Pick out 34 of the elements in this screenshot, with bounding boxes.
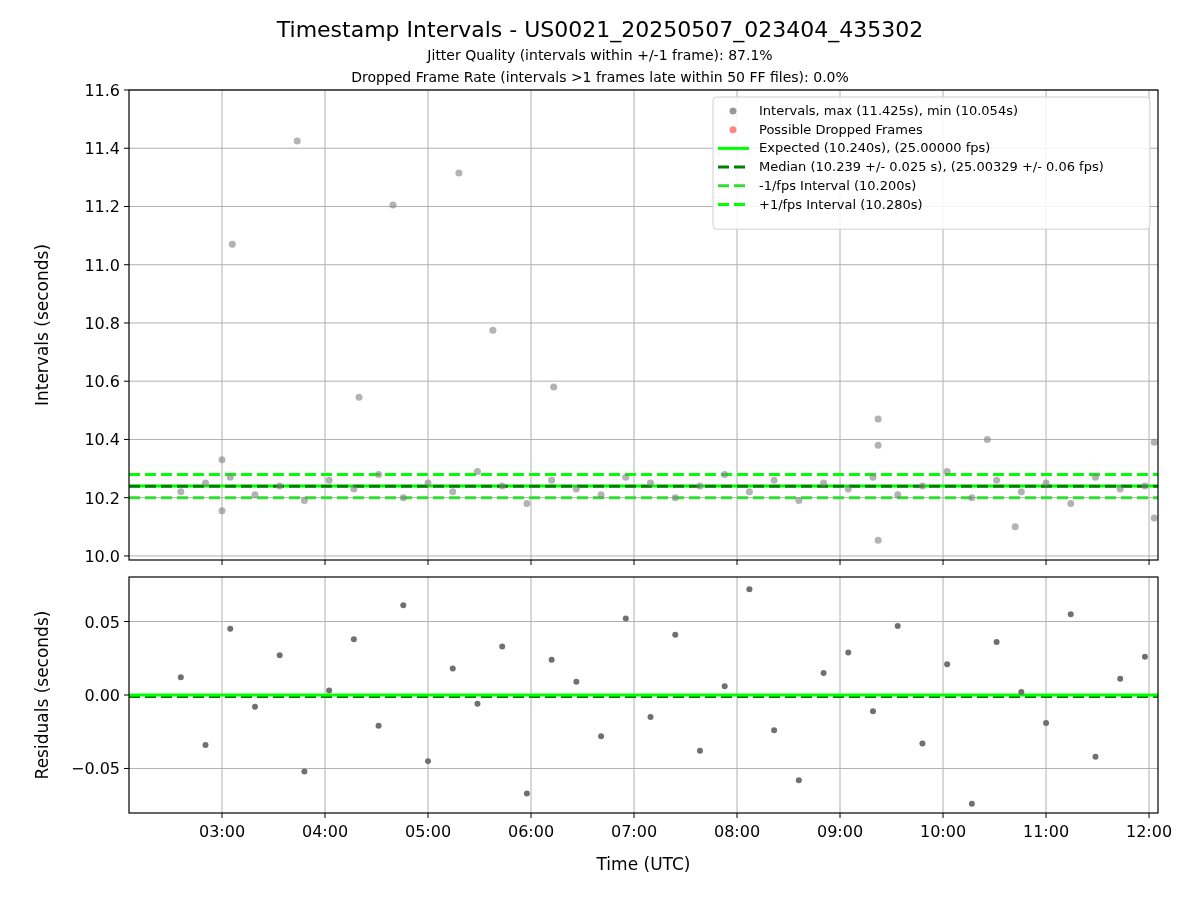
x-tick-label: 03:00 [198,822,246,841]
axis-label: Time (UTC) [596,854,691,874]
x-tick-label: 12:00 [1126,822,1173,841]
y-tick-label: 10.2 [84,488,120,508]
legend-label: Expected (10.240s), (25.00000 fps) [759,140,991,156]
y-tick-label: 11.6 [84,81,120,100]
x-tick-label: 09:00 [817,822,864,841]
y-tick-label: 11.0 [84,255,120,275]
legend-label: +1/fps Interval (10.280s) [759,196,923,212]
chart-subtitle: Dropped Frame Rate (intervals >1 frames late within 50 FF files): 0.0% [351,68,849,87]
legend-label: -1/fps Interval (10.200s) [759,177,917,193]
axis-label: Residuals (seconds) [32,610,52,780]
y-tick-label: 11.2 [84,197,120,217]
x-tick-label: 11:00 [1023,822,1070,841]
y-tick-label: 0.00 [84,686,120,705]
legend-label: Possible Dropped Frames [759,121,923,137]
y-tick-label: 10.4 [84,430,120,450]
y-tick-label: 10.8 [84,313,120,333]
y-tick-label: 11.4 [84,139,120,159]
x-tick-label: 08:00 [713,822,761,841]
chart-title: Timestamp Intervals - US0021_20250507_023404_435302 [276,16,924,44]
y-tick-label: 10.0 [84,546,120,566]
x-tick-label: 06:00 [507,822,555,841]
x-tick-label: 10:00 [920,822,967,841]
axis-label: Intervals (seconds) [32,243,52,407]
chart-subtitle: Jitter Quality (intervals within +/-1 frame): 87.1% [427,46,773,65]
x-tick-label: 07:00 [610,822,658,841]
y-tick-label: −0.05 [70,759,120,779]
y-tick-label: 10.6 [84,372,120,392]
legend-label: Median (10.239 +/- 0.025 s), (25.00329 +/- 0.06 fps) [759,159,1104,175]
x-tick-label: 04:00 [301,822,349,841]
x-tick-label: 05:00 [404,822,452,841]
y-tick-label: 0.05 [84,612,120,632]
legend-label: Intervals, max (11.425s), min (10.054s) [759,103,1018,118]
